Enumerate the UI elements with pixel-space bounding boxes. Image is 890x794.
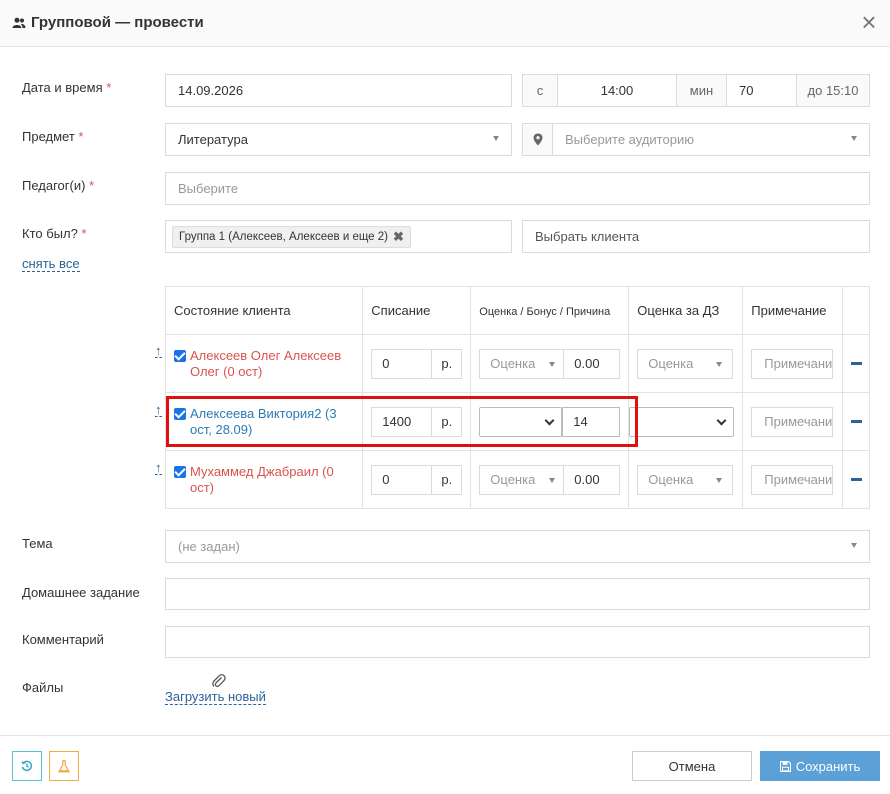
hw-grade-placeholder: Оценка (648, 356, 694, 371)
remove-row-icon[interactable] (850, 362, 862, 365)
history-icon (21, 760, 33, 772)
hw-grade-placeholder: Оценка (648, 472, 694, 487)
col-grade-bonus: Оценка / Бонус / Причина (470, 286, 630, 335)
save-label: Сохранить (795, 758, 861, 774)
charge-input[interactable]: 0 (372, 350, 431, 378)
hw-grade-select[interactable]: Оценка (637, 348, 734, 379)
client-select[interactable]: Выбрать клиента (522, 220, 870, 253)
upload-wrap: Загрузить новый (165, 689, 266, 705)
caret-down-icon (851, 136, 857, 141)
group-select[interactable]: Группа 1 (Алексеев, Алексеев и еще 2) ✖ (165, 220, 512, 253)
note-input[interactable]: Примечание (751, 406, 834, 437)
close-icon[interactable]: × (858, 9, 880, 35)
caret-down-icon (493, 136, 499, 141)
homework-label: Домашнее задание (22, 585, 140, 600)
homework-textarea[interactable] (165, 578, 870, 610)
charge-input[interactable]: 0 (372, 466, 431, 494)
users-icon (12, 17, 26, 28)
attendance-checkbox[interactable] (174, 465, 186, 478)
remove-row-icon[interactable] (850, 478, 862, 481)
chevron-down-icon (716, 415, 727, 425)
grade-select[interactable]: Оценка (480, 350, 563, 378)
col-hw-grade: Оценка за ДЗ (628, 286, 744, 335)
caret-down-icon (716, 477, 723, 483)
attendees-label: Кто был? * (22, 226, 87, 241)
date-input[interactable]: 14.09.2026 (165, 74, 512, 107)
save-button[interactable]: Сохранить (760, 751, 880, 781)
teacher-label: Педагог(и) * (22, 178, 95, 193)
col-note: Примечание (742, 286, 844, 335)
topic-placeholder: (не задан) (178, 539, 240, 554)
topic-label: Тема (22, 536, 53, 551)
attendance-checkbox[interactable] (174, 349, 186, 362)
subject-select[interactable]: Литература (165, 123, 512, 156)
from-addon: с (523, 75, 558, 106)
subject-label: Предмет * (22, 129, 84, 144)
minutes-input[interactable]: 70 (727, 75, 797, 106)
caret-down-icon (549, 361, 556, 367)
upload-link[interactable]: Загрузить новый (165, 689, 266, 705)
test-button[interactable] (49, 751, 79, 781)
comment-textarea[interactable] (165, 626, 870, 658)
until-addon: до 15:10 (797, 75, 869, 106)
map-pin-icon (523, 124, 553, 155)
caret-down-icon (549, 477, 556, 483)
dialog-title-text: Групповой — провести (31, 14, 204, 31)
grade-placeholder: Оценка (490, 356, 536, 371)
arrow-up-icon[interactable]: ↑ (155, 403, 162, 417)
caret-down-icon (716, 361, 723, 367)
flask-icon (58, 759, 70, 772)
col-client-state: Состояние клиента (164, 286, 364, 335)
history-button[interactable] (12, 751, 42, 781)
col-actions (842, 286, 870, 335)
note-input[interactable]: Примечание (751, 348, 834, 379)
group-tag-label: Группа 1 (Алексеев, Алексеев и еще 2) (179, 230, 388, 243)
hw-grade-select[interactable] (629, 406, 735, 437)
remove-tag-icon[interactable]: ✖ (393, 229, 404, 245)
table-row: Мухаммед Джабраил (0 ост) 0 р. Оценка 0.0… (164, 450, 870, 509)
currency-addon: р. (431, 349, 462, 378)
client-name[interactable]: Алексеев Олег Алексеев Олег (0 ост) (190, 348, 354, 380)
note-input[interactable]: Примечание (751, 464, 834, 495)
arrow-up-icon[interactable]: ↑ (155, 344, 162, 358)
currency-addon: р. (431, 465, 462, 494)
caret-down-icon (851, 543, 857, 548)
min-addon: мин (677, 75, 727, 106)
files-label: Файлы (22, 680, 64, 695)
datetime-label: Дата и время * (22, 80, 112, 95)
time-input[interactable]: 14:00 (558, 75, 677, 106)
clear-all-wrap: снять все (22, 256, 80, 272)
subject-value: Литература (178, 132, 248, 147)
time-group: с 14:00 мин 70 до 15:10 (522, 74, 870, 107)
group-tag: Группа 1 (Алексеев, Алексеев и еще 2) ✖ (172, 225, 411, 248)
grade-placeholder: Оценка (490, 472, 536, 487)
comment-label: Комментарий (22, 632, 104, 647)
dialog-header: Групповой — провести × (0, 0, 890, 47)
highlight-box (166, 396, 638, 447)
bonus-input[interactable]: 0.00 (563, 465, 620, 494)
teacher-select[interactable]: Выберите (165, 172, 870, 205)
arrow-up-icon[interactable]: ↑ (155, 461, 162, 475)
hw-grade-select[interactable]: Оценка (637, 464, 734, 495)
grade-select[interactable]: Оценка (480, 466, 563, 494)
room-placeholder: Выберите аудиторию (565, 132, 694, 147)
remove-row-icon[interactable] (850, 420, 862, 423)
client-name[interactable]: Мухаммед Джабраил (0 ост) (190, 464, 354, 496)
col-charge: Списание (362, 286, 472, 335)
dialog-footer (0, 735, 890, 794)
room-select[interactable]: Выберите аудиторию (522, 123, 870, 156)
floppy-icon (779, 760, 791, 772)
table-header-row: Состояние клиента Списание Оценка / Бону… (164, 286, 870, 335)
table-row: Алексеев Олег Алексеев Олег (0 ост) 0 р. … (164, 334, 870, 393)
bonus-input[interactable]: 0.00 (563, 349, 620, 378)
clear-all-link[interactable]: снять все (22, 256, 80, 272)
topic-select[interactable]: (не задан) (165, 530, 870, 563)
dialog-title: Групповой — провести (12, 14, 204, 31)
cancel-button[interactable]: Отмена (632, 751, 752, 781)
